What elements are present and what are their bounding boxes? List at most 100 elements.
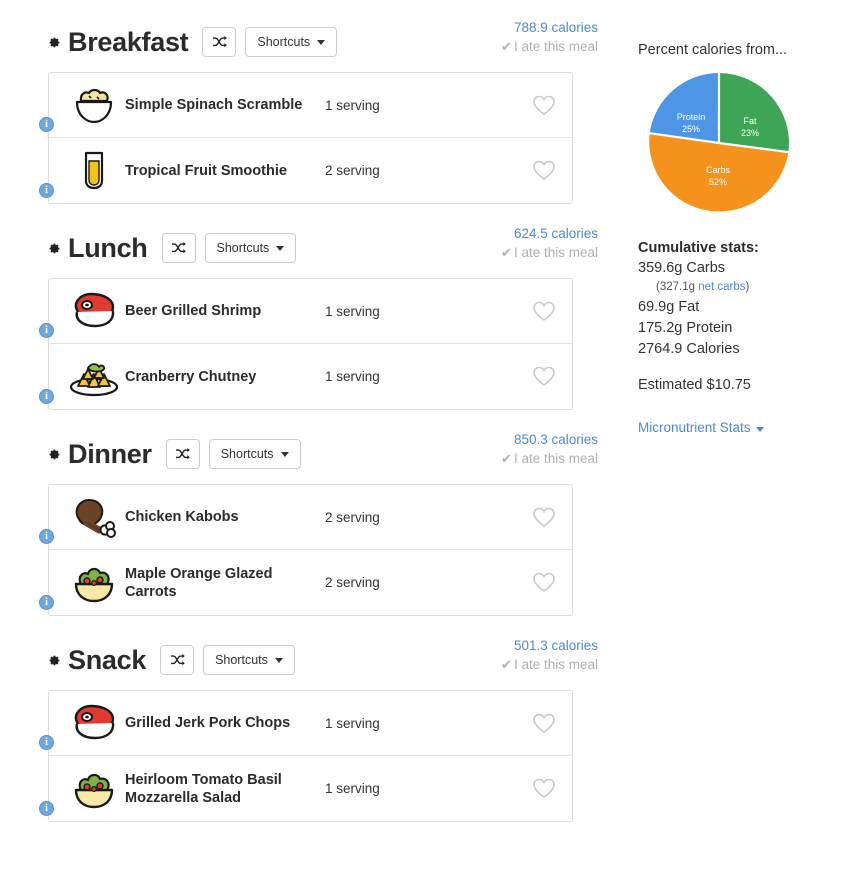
chevron-down-icon — [317, 39, 326, 45]
ate-this-meal-label: I ate this meal — [513, 657, 598, 672]
gear-icon[interactable] — [48, 654, 61, 667]
check-icon: ✔ — [501, 245, 512, 260]
pie-label-name: Fat — [743, 116, 757, 126]
shortcuts-button[interactable]: Shortcuts — [208, 439, 301, 469]
food-serving: 2 serving — [325, 163, 380, 178]
chevron-down-icon — [276, 245, 285, 251]
net-carbs-prefix: (327.1g — [656, 281, 699, 293]
net-carbs-link[interactable]: net carbs — [698, 281, 745, 293]
meal-summary: 624.5 calories ✔ I ate this meal — [501, 224, 598, 262]
shuffle-button[interactable] — [161, 233, 196, 263]
gear-icon[interactable] — [48, 448, 61, 461]
steak-icon — [49, 702, 125, 744]
pie-label-value: 25% — [681, 123, 700, 134]
table-row[interactable]: i Maple Orange Glazed Carrots 2 serving — [39, 550, 572, 615]
shortcuts-button[interactable]: Shortcuts — [203, 645, 295, 675]
meal-calories-link[interactable]: 788.9 calories — [501, 18, 598, 37]
food-serving: 1 serving — [325, 97, 380, 113]
favorite-heart-icon[interactable] — [516, 713, 572, 734]
pie-label-name: Protein — [676, 112, 706, 122]
ate-this-meal-toggle[interactable]: ✔ I ate this meal — [501, 655, 598, 674]
gear-icon[interactable] — [48, 242, 61, 255]
favorite-heart-icon[interactable] — [516, 301, 572, 322]
meal-title: Snack — [68, 645, 147, 675]
meal-calories-link[interactable]: 501.3 calories — [501, 636, 598, 655]
ate-this-meal-toggle[interactable]: ✔ I ate this meal — [501, 243, 598, 262]
shortcuts-label: Shortcuts — [216, 241, 270, 255]
favorite-heart-icon[interactable] — [516, 366, 572, 387]
estimated-cost: Estimated $10.75 — [638, 377, 751, 393]
food-name: Cranberry Chutney — [125, 368, 257, 385]
meal-planner-page: Breakfast Shortcuts 788.9 calories ✔ I at… — [0, 0, 861, 873]
stat-net-carbs: (327.1g net carbs) — [656, 279, 861, 296]
ate-this-meal-toggle[interactable]: ✔ I ate this meal — [501, 449, 598, 468]
info-icon[interactable]: i — [39, 117, 54, 132]
info-icon[interactable]: i — [39, 323, 54, 338]
pie-label-name: Carbs — [705, 165, 730, 175]
info-icon[interactable]: i — [39, 389, 54, 404]
favorite-heart-icon[interactable] — [516, 95, 572, 116]
smoothie-glass-icon — [49, 149, 125, 193]
food-serving: 1 serving — [325, 369, 380, 384]
food-name: Heirloom Tomato Basil Mozzarella Salad — [125, 771, 282, 806]
food-list: i Beer Grilled Shrimp 1 serving i Cranbe… — [39, 278, 573, 410]
info-icon[interactable]: i — [39, 801, 54, 816]
food-name: Tropical Fruit Smoothie — [125, 162, 287, 179]
pie-slice-label-fat: Fat 23% — [724, 116, 776, 139]
food-name: Beer Grilled Shrimp — [125, 303, 262, 319]
micronutrient-stats-link[interactable]: Micronutrient Stats — [638, 420, 764, 435]
info-icon[interactable]: i — [39, 595, 54, 610]
shortcuts-button[interactable]: Shortcuts — [204, 233, 297, 263]
table-row[interactable]: i Simple Spinach Scramble 1 serving — [39, 73, 572, 138]
micronutrient-stats-label: Micronutrient Stats — [638, 420, 751, 435]
food-list: i Chicken Kabobs 2 serving i Maple Orang… — [39, 484, 573, 616]
table-row[interactable]: i Cranberry Chutney 1 serving — [39, 344, 572, 409]
shuffle-button[interactable] — [202, 27, 237, 57]
shuffle-button[interactable] — [160, 645, 195, 675]
meal-header: Lunch Shortcuts 624.5 calories ✔ I ate th… — [48, 226, 620, 268]
pie-label-value: 23% — [740, 127, 759, 138]
chart-title: Percent calories from... — [638, 42, 788, 58]
table-row[interactable]: i Chicken Kabobs 2 serving — [39, 485, 572, 550]
favorite-heart-icon[interactable] — [516, 507, 572, 528]
info-icon[interactable]: i — [39, 529, 54, 544]
salad-bowl-icon — [49, 768, 125, 810]
food-list: i Grilled Jerk Pork Chops 1 serving i He… — [39, 690, 573, 822]
shortcuts-button[interactable]: Shortcuts — [245, 27, 338, 57]
info-icon[interactable]: i — [39, 183, 54, 198]
meal-header: Snack Shortcuts 501.3 calories ✔ I ate th… — [48, 638, 620, 680]
ate-this-meal-toggle[interactable]: ✔ I ate this meal — [501, 37, 598, 56]
table-row[interactable]: i Heirloom Tomato Basil Mozzarella Salad… — [39, 756, 572, 821]
table-row[interactable]: i Beer Grilled Shrimp 1 serving — [39, 279, 572, 344]
steak-icon — [49, 290, 125, 332]
meal-calories-link[interactable]: 850.3 calories — [501, 430, 598, 449]
favorite-heart-icon[interactable] — [516, 572, 572, 593]
meal-calories-link[interactable]: 624.5 calories — [501, 224, 598, 243]
food-name: Simple Spinach Scramble — [125, 97, 303, 113]
favorite-heart-icon[interactable] — [516, 778, 572, 799]
favorite-heart-icon[interactable] — [516, 160, 572, 181]
table-row[interactable]: i Grilled Jerk Pork Chops 1 serving — [39, 691, 572, 756]
stats-column: Percent calories from... Protein 25% Fat… — [620, 0, 861, 873]
shuffle-icon — [175, 447, 191, 461]
meal-section-lunch: Lunch Shortcuts 624.5 calories ✔ I ate th… — [39, 226, 620, 410]
gear-icon[interactable] — [48, 36, 61, 49]
food-name: Maple Orange Glazed Carrots — [125, 565, 273, 600]
ate-this-meal-label: I ate this meal — [513, 39, 598, 54]
meal-title: Lunch — [68, 233, 148, 263]
food-name: Grilled Jerk Pork Chops — [125, 715, 291, 731]
shuffle-icon — [212, 35, 227, 49]
food-serving: 2 serving — [325, 509, 380, 525]
check-icon: ✔ — [501, 39, 512, 54]
table-row[interactable]: i Tropical Fruit Smoothie 2 serving — [39, 138, 572, 203]
shuffle-icon — [170, 653, 185, 667]
meal-summary: 850.3 calories ✔ I ate this meal — [501, 430, 598, 468]
food-serving: 1 serving — [325, 781, 380, 796]
shuffle-button[interactable] — [165, 439, 200, 469]
meal-title: Dinner — [68, 439, 152, 469]
meal-title: Breakfast — [68, 27, 189, 57]
chevron-down-icon — [280, 451, 289, 457]
macro-pie-chart: Protein 25% Fat 23% Carbs 52% — [646, 70, 792, 216]
food-serving: 1 serving — [325, 715, 380, 731]
info-icon[interactable]: i — [39, 735, 54, 750]
